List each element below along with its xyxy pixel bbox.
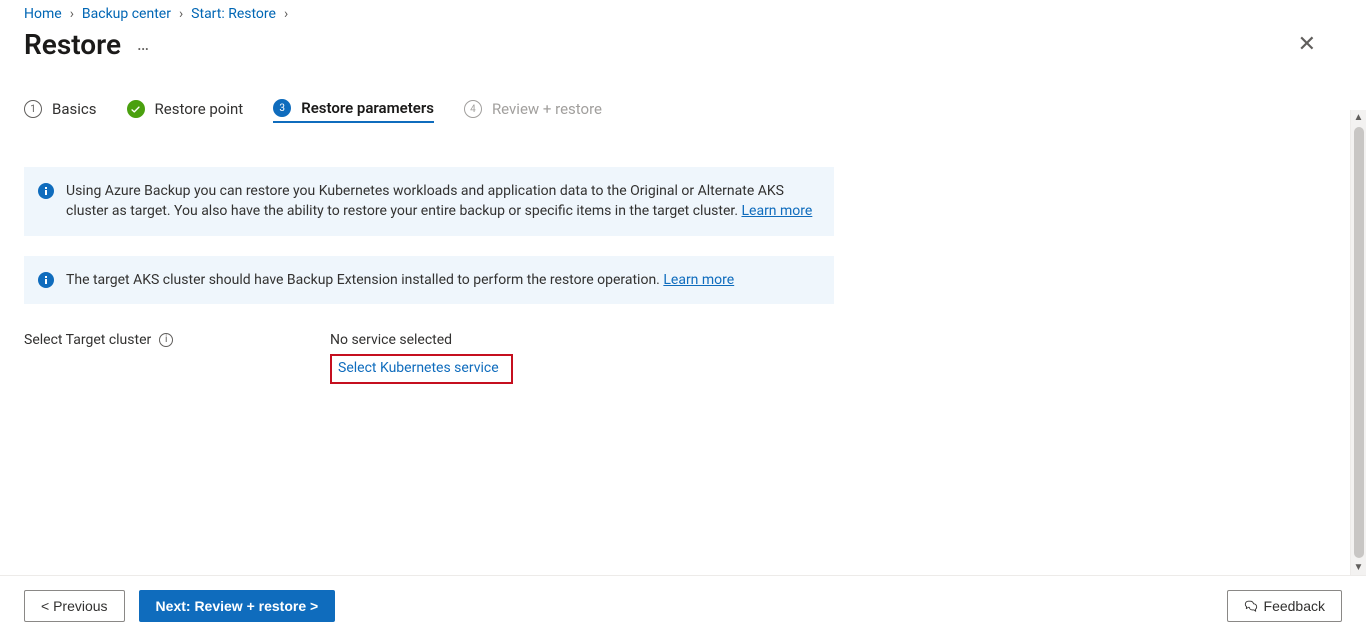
step-restore-point[interactable]: Restore point [127, 100, 244, 122]
check-icon [127, 100, 145, 118]
step-label: Restore parameters [301, 99, 434, 117]
vertical-scrollbar[interactable]: ▲ ▼ [1350, 110, 1366, 575]
wizard-footer: < Previous Next: Review + restore > Feed… [0, 575, 1366, 635]
more-actions-icon[interactable]: … [137, 34, 151, 55]
step-label: Restore point [155, 100, 244, 118]
step-review-restore: 4 Review + restore [464, 100, 602, 122]
info-icon [38, 183, 54, 199]
chevron-right-icon: › [70, 6, 74, 22]
info-box-extension-required: The target AKS cluster should have Backu… [24, 256, 834, 304]
chevron-right-icon: › [179, 6, 183, 22]
step-label: Basics [52, 100, 97, 118]
step-number-icon: 3 [273, 99, 291, 117]
help-icon[interactable]: i [159, 333, 173, 347]
breadcrumb: Home › Backup center › Start: Restore › [24, 6, 1324, 22]
close-icon[interactable]: ✕ [1298, 34, 1316, 56]
select-kubernetes-service-link[interactable]: Select Kubernetes service [338, 360, 499, 376]
step-restore-parameters[interactable]: 3 Restore parameters [273, 99, 434, 123]
next-review-restore-button[interactable]: Next: Review + restore > [139, 590, 336, 622]
learn-more-link[interactable]: Learn more [663, 272, 734, 288]
info-text-body: The target AKS cluster should have Backu… [66, 272, 663, 288]
info-text: The target AKS cluster should have Backu… [66, 270, 734, 290]
step-label: Review + restore [492, 100, 602, 118]
step-number-icon: 1 [24, 100, 42, 118]
field-label: Select Target cluster [24, 332, 151, 348]
scroll-down-icon[interactable]: ▼ [1354, 560, 1364, 575]
chevron-right-icon: › [284, 6, 288, 22]
scrollbar-thumb[interactable] [1354, 127, 1364, 558]
scroll-up-icon[interactable]: ▲ [1354, 110, 1364, 125]
breadcrumb-start-restore[interactable]: Start: Restore [191, 6, 276, 22]
learn-more-link[interactable]: Learn more [741, 203, 812, 219]
info-text: Using Azure Backup you can restore you K… [66, 181, 816, 222]
step-basics[interactable]: 1 Basics [24, 100, 97, 122]
page-title-row: Restore … ✕ [24, 28, 1324, 61]
info-icon [38, 272, 54, 288]
select-kubernetes-highlight: Select Kubernetes service [330, 354, 513, 384]
feedback-button[interactable]: Feedback [1227, 590, 1342, 622]
page-title: Restore [24, 28, 121, 61]
step-number-icon: 4 [464, 100, 482, 118]
field-target-cluster: Select Target cluster i No service selec… [24, 332, 1324, 384]
breadcrumb-home[interactable]: Home [24, 6, 62, 22]
main-content: Home › Backup center › Start: Restore › … [0, 0, 1348, 575]
feedback-icon [1244, 599, 1258, 613]
wizard-steps: 1 Basics Restore point 3 Restore paramet… [24, 99, 1324, 123]
previous-button[interactable]: < Previous [24, 590, 125, 622]
info-text-body: Using Azure Backup you can restore you K… [66, 183, 784, 219]
info-box-backup-description: Using Azure Backup you can restore you K… [24, 167, 834, 236]
breadcrumb-backup-center[interactable]: Backup center [82, 6, 171, 22]
field-value-status: No service selected [330, 332, 513, 348]
feedback-label: Feedback [1264, 598, 1325, 614]
